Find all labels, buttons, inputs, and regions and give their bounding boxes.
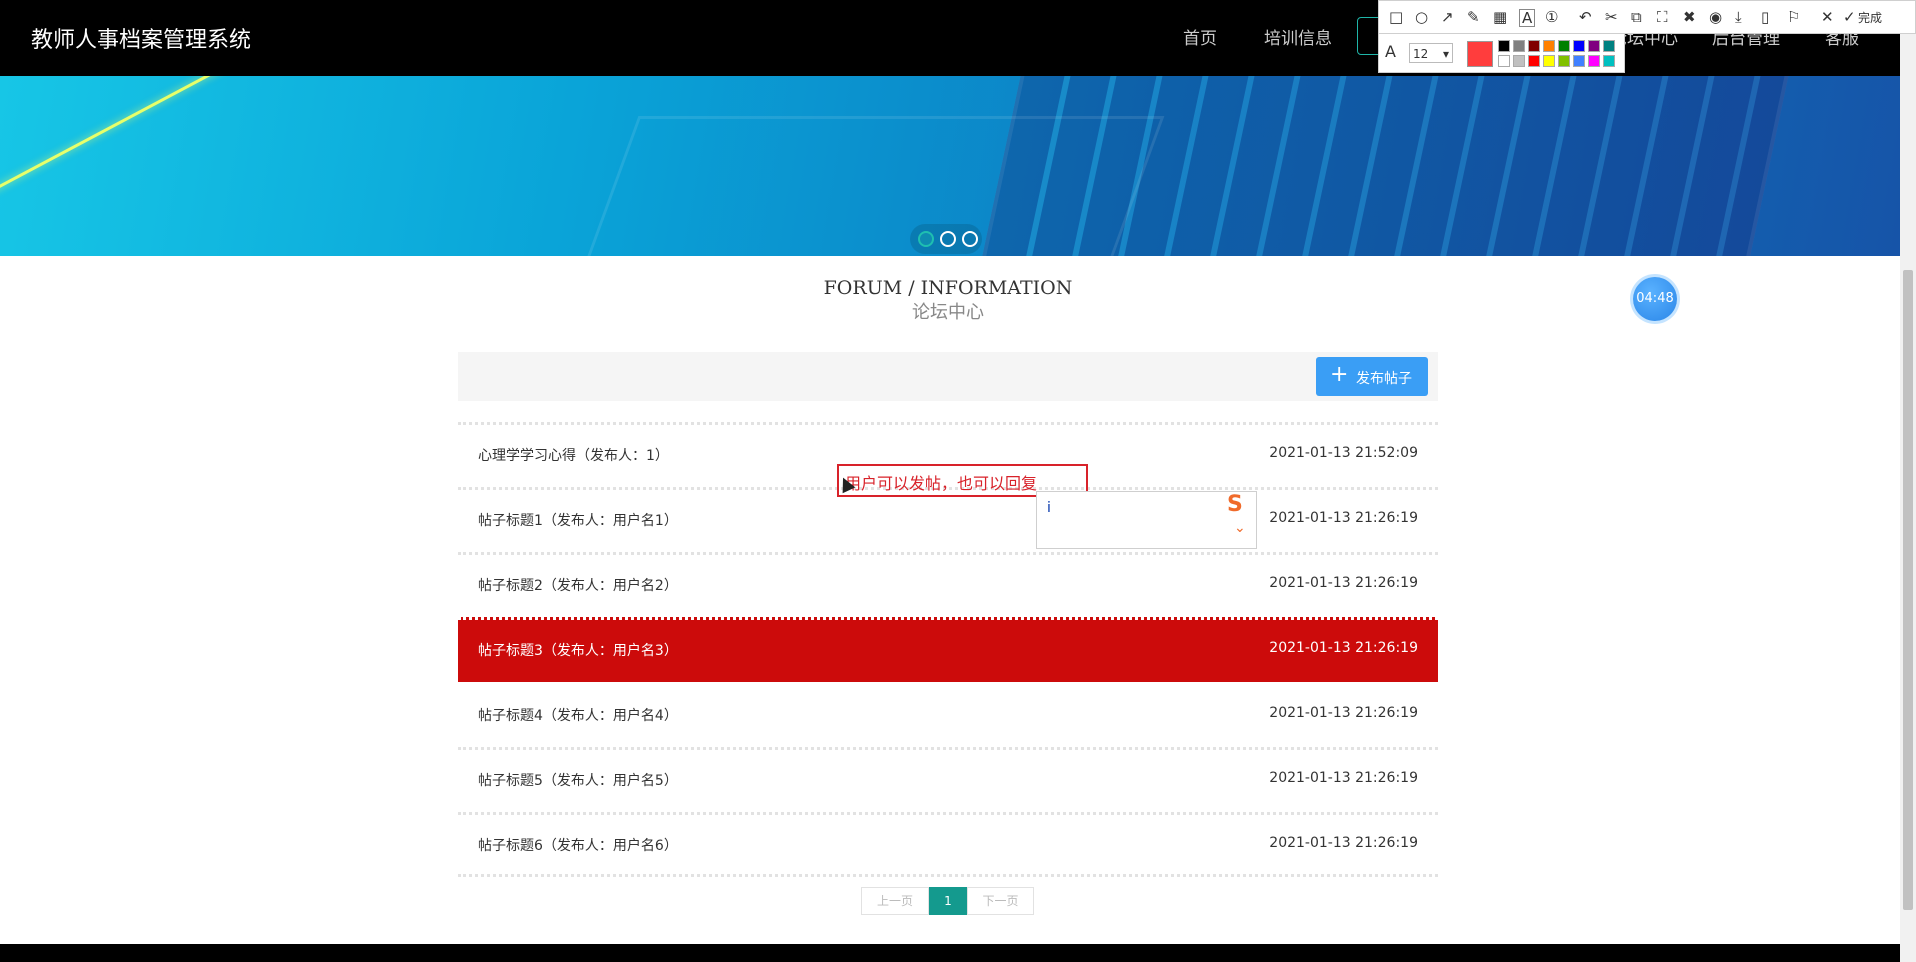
post-row-highlighted[interactable]: 帖子标题3（发布人：用户名3） 2021-01-13 21:26:19 <box>458 617 1438 682</box>
chevron-down-icon: ▾ <box>1442 47 1449 61</box>
screenshot-toolbar: □ ○ ↗ ✎ ▦ A ① ↶ ✂ ⧉ ⛶ ✖ ◉ ⤓ ▯ ⚐ ✕ ✓ <box>1378 0 1916 34</box>
carousel-indicators <box>910 224 982 254</box>
done-label[interactable]: 完成 <box>1858 9 1882 26</box>
color-swatch[interactable] <box>1513 55 1525 67</box>
post-time: 2021-01-13 21:26:19 <box>1269 640 1418 656</box>
prev-page-button[interactable]: 上一页 <box>861 887 929 915</box>
color-swatch[interactable] <box>1543 55 1555 67</box>
bookmark-icon[interactable]: ⚐ <box>1787 9 1800 25</box>
undo-icon[interactable]: ↶ <box>1579 9 1592 25</box>
download-icon[interactable]: ⤓ <box>1735 9 1742 25</box>
color-swatch[interactable] <box>1573 40 1585 52</box>
close-icon[interactable]: ✕ <box>1821 9 1834 25</box>
publish-post-label: 发布帖子 <box>1356 371 1412 387</box>
color-swatch[interactable] <box>1588 55 1600 67</box>
ime-input-text: i <box>1047 500 1051 516</box>
plus-icon: + <box>1330 362 1349 387</box>
post-row[interactable]: 帖子标题5（发布人：用户名5） 2021-01-13 21:26:19 <box>458 747 1438 812</box>
font-size-select[interactable]: 12 ▾ <box>1409 43 1453 63</box>
pin-icon[interactable]: ✖ <box>1683 9 1696 25</box>
chevron-down-icon[interactable]: ⌄ <box>1234 520 1246 536</box>
text-tool-icon[interactable]: A <box>1519 9 1536 27</box>
post-title[interactable]: 帖子标题5（发布人：用户名5） <box>478 770 678 790</box>
post-title[interactable]: 帖子标题4（发布人：用户名4） <box>478 705 678 725</box>
post-time: 2021-01-13 21:26:19 <box>1269 575 1418 591</box>
next-page-button[interactable]: 下一页 <box>967 887 1034 915</box>
post-title[interactable]: 帖子标题3（发布人：用户名3） <box>478 640 678 660</box>
post-row[interactable]: 帖子标题2（发布人：用户名2） 2021-01-13 21:26:19 <box>458 552 1438 617</box>
scrollbar-thumb[interactable] <box>1903 270 1913 910</box>
forum-action-bar <box>458 352 1438 401</box>
scan-icon[interactable]: ⛶ <box>1657 9 1668 25</box>
color-swatch[interactable] <box>1558 40 1570 52</box>
carousel-dot-2[interactable] <box>940 231 956 247</box>
font-size-value: 12 <box>1413 47 1429 61</box>
ime-candidate-popup[interactable]: i S ⌄ <box>1036 491 1257 549</box>
color-swatch[interactable] <box>1498 55 1510 67</box>
banner-screen-graphic <box>541 116 1165 256</box>
color-swatch[interactable] <box>1543 40 1555 52</box>
post-row[interactable]: 帖子标题6（发布人：用户名6） 2021-01-13 21:26:19 <box>458 812 1438 877</box>
mosaic-icon[interactable]: ▦ <box>1493 9 1507 25</box>
color-swatch[interactable] <box>1528 55 1540 67</box>
arrow-icon[interactable]: ↗ <box>1441 9 1454 25</box>
post-title[interactable]: 心理学学习心得（发布人：1） <box>478 445 669 465</box>
nav-training[interactable]: 培训信息 <box>1264 24 1332 49</box>
hero-banner <box>0 76 1900 256</box>
post-time: 2021-01-13 21:52:09 <box>1269 445 1418 461</box>
check-icon[interactable]: ✓ <box>1843 9 1856 25</box>
sogou-logo-icon: S <box>1227 492 1243 517</box>
carousel-dot-1[interactable] <box>918 231 934 247</box>
post-title[interactable]: 帖子标题6（发布人：用户名6） <box>478 835 678 855</box>
pencil-icon[interactable]: ✎ <box>1467 9 1480 25</box>
current-color-swatch[interactable] <box>1467 41 1493 67</box>
carousel-dot-3[interactable] <box>962 231 978 247</box>
section-title-en: FORUM / INFORMATION <box>823 277 1073 299</box>
site-brand[interactable]: 教师人事档案管理系统 <box>31 22 251 54</box>
post-time: 2021-01-13 21:26:19 <box>1269 770 1418 786</box>
color-swatch[interactable] <box>1573 55 1585 67</box>
page-number-current[interactable]: 1 <box>929 887 967 915</box>
color-swatch[interactable] <box>1498 40 1510 52</box>
post-time: 2021-01-13 21:26:19 <box>1269 705 1418 721</box>
circle-icon[interactable]: ○ <box>1415 9 1428 25</box>
post-time: 2021-01-13 21:26:19 <box>1269 835 1418 851</box>
font-size-icon: A <box>1385 42 1396 61</box>
footer-bar <box>0 944 1900 962</box>
color-swatch[interactable] <box>1558 55 1570 67</box>
rectangle-icon[interactable]: □ <box>1389 9 1403 25</box>
phone-icon[interactable]: ▯ <box>1761 9 1769 25</box>
color-swatch[interactable] <box>1588 40 1600 52</box>
nav-home[interactable]: 首页 <box>1183 24 1217 49</box>
color-swatch[interactable] <box>1513 40 1525 52</box>
ocr-icon[interactable]: ⧉ <box>1631 9 1642 25</box>
post-row[interactable]: 帖子标题4（发布人：用户名4） 2021-01-13 21:26:19 <box>458 682 1438 747</box>
color-swatch[interactable] <box>1603 55 1615 67</box>
post-time: 2021-01-13 21:26:19 <box>1269 510 1418 526</box>
publish-post-button[interactable]: + 发布帖子 <box>1316 357 1428 396</box>
post-title[interactable]: 帖子标题2（发布人：用户名2） <box>478 575 678 595</box>
record-icon[interactable]: ◉ <box>1709 9 1722 25</box>
recording-timer[interactable]: 04:48 <box>1633 277 1677 321</box>
color-swatch[interactable] <box>1528 40 1540 52</box>
color-swatch[interactable] <box>1603 40 1615 52</box>
scissors-icon[interactable]: ✂ <box>1605 9 1618 25</box>
post-title[interactable]: 帖子标题1（发布人：用户名1） <box>478 510 678 530</box>
banner-light-beam <box>0 76 279 209</box>
annotation-text: 用户可以发帖，也可以回复 <box>845 474 1038 493</box>
number-marker-icon[interactable]: ① <box>1545 9 1558 25</box>
section-title-cn: 论坛中心 <box>912 302 984 323</box>
